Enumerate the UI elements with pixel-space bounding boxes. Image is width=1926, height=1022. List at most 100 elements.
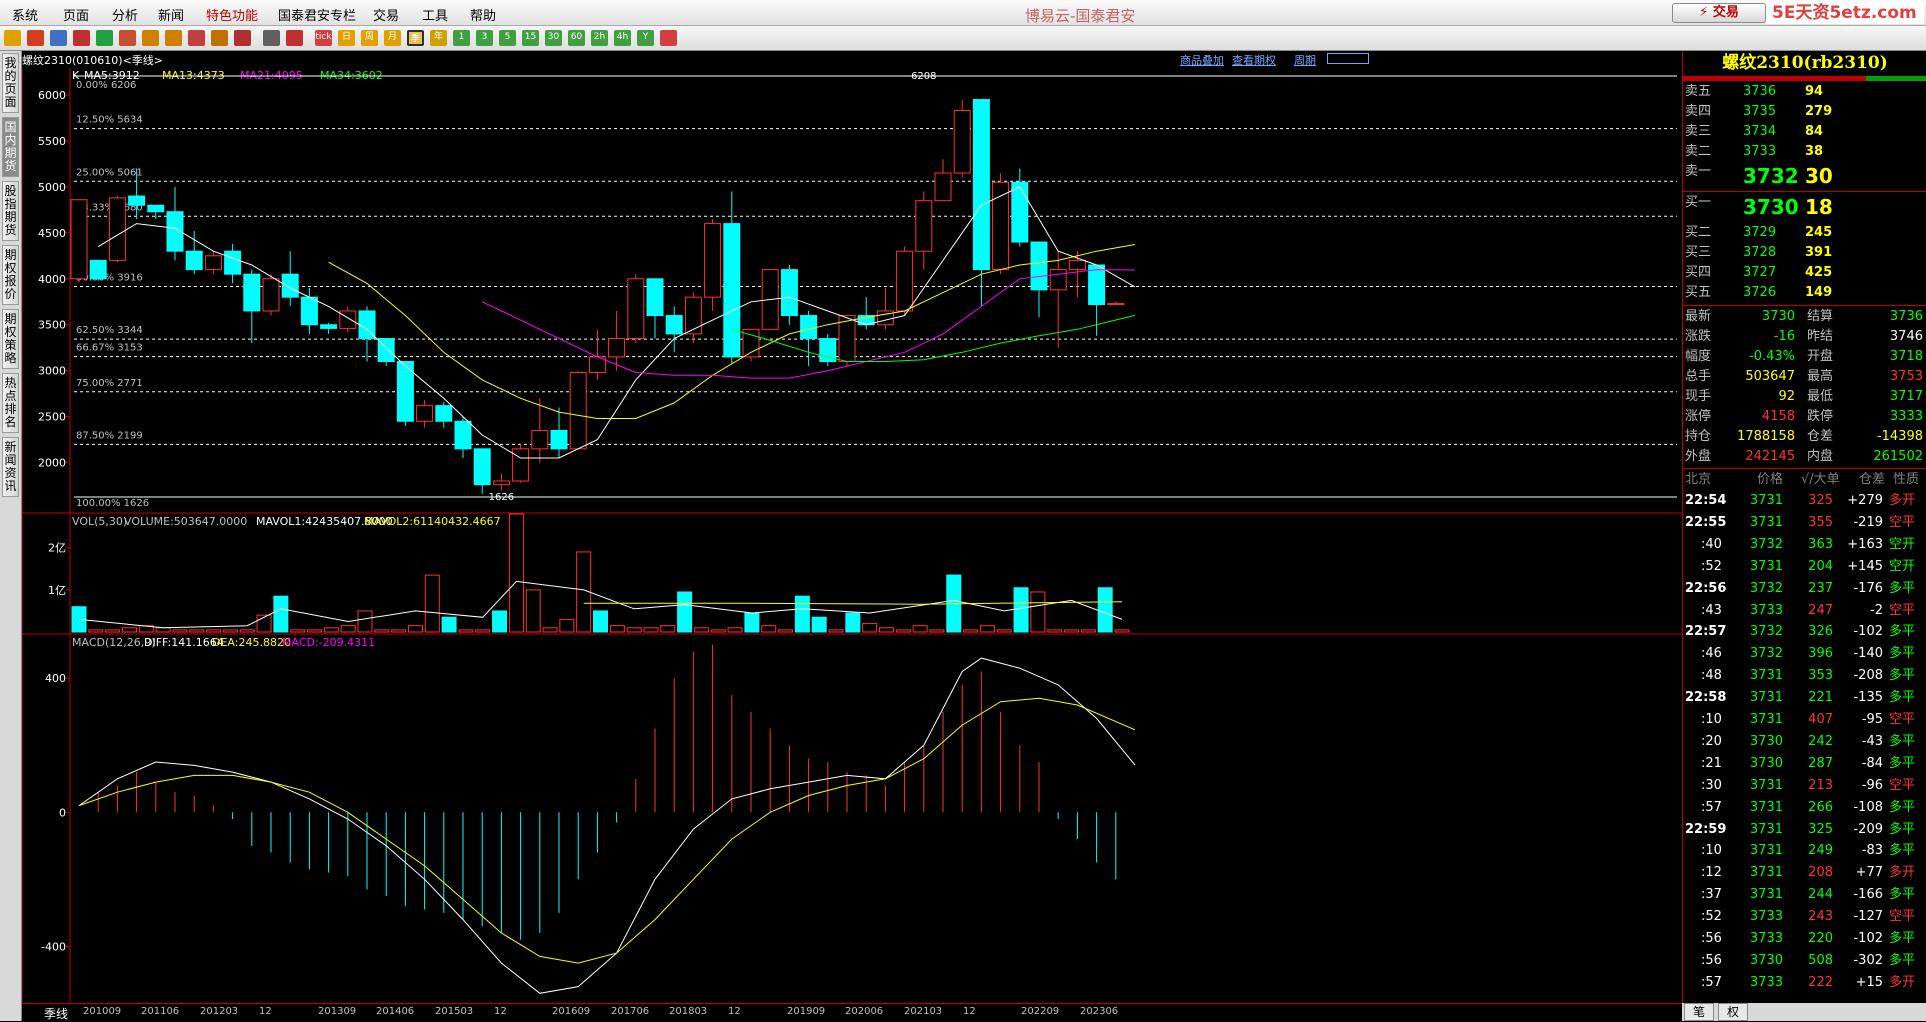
tick-price: 3731 bbox=[1749, 668, 1783, 684]
volume-bar bbox=[121, 627, 137, 633]
volume-bar bbox=[391, 629, 407, 633]
30min-icon[interactable]: 30 bbox=[545, 30, 562, 46]
bid-label: 买三 bbox=[1685, 245, 1712, 260]
zoom-out-icon[interactable] bbox=[165, 30, 182, 46]
bid-volume: 425 bbox=[1805, 265, 1833, 280]
bid1-label: 买一 bbox=[1685, 195, 1712, 210]
stat-label: 最高 bbox=[1807, 369, 1834, 384]
back-arrow-icon[interactable] bbox=[4, 30, 21, 46]
volume-bar bbox=[878, 627, 894, 633]
5min-icon[interactable]: 5 bbox=[499, 30, 516, 46]
tick-row: :52 3731 204 +145 空开 bbox=[1683, 557, 1926, 577]
divider bbox=[1683, 191, 1926, 192]
candle-body bbox=[1011, 181, 1029, 243]
ask-volume: 279 bbox=[1805, 104, 1833, 119]
bottom-tab-1[interactable]: 权 bbox=[1718, 1003, 1748, 1021]
1min-icon[interactable]: 1 bbox=[453, 30, 470, 46]
stat-value: 503647 bbox=[1745, 369, 1795, 384]
bid-row: 买三 3728 391 bbox=[1683, 243, 1926, 263]
paint-icon[interactable] bbox=[211, 30, 228, 46]
tick-price: 3730 bbox=[1749, 733, 1783, 749]
y-tick-label: 6000 bbox=[38, 89, 66, 102]
left-tab-0[interactable]: 我的页面 bbox=[2, 53, 19, 113]
15min-icon[interactable]: 15 bbox=[522, 30, 539, 46]
volume-bar bbox=[559, 618, 575, 633]
bottom-tab-0[interactable]: 笔 bbox=[1684, 1003, 1714, 1021]
candle-body bbox=[1049, 269, 1067, 291]
4h-icon[interactable]: 4h bbox=[614, 30, 631, 46]
tick-nature: 空开 bbox=[1889, 558, 1916, 574]
trade-button[interactable]: ⚡ 交易 bbox=[1672, 3, 1766, 23]
menu-item-6[interactable]: 交易 bbox=[373, 5, 399, 24]
home-icon[interactable] bbox=[27, 30, 44, 46]
left-tab-2[interactable]: 股指期货 bbox=[2, 181, 19, 241]
tick-price: 3732 bbox=[1749, 624, 1783, 640]
zoom-in-icon[interactable] bbox=[142, 30, 159, 46]
menu-item-4[interactable]: 特色功能 bbox=[206, 5, 258, 24]
left-tab-6[interactable]: 新闻资讯 bbox=[2, 437, 19, 497]
refresh-icon[interactable] bbox=[96, 30, 113, 46]
bid-row: 买五 3726 149 bbox=[1683, 283, 1926, 303]
menu-item-3[interactable]: 新闻 bbox=[158, 5, 184, 24]
list-icon[interactable] bbox=[263, 30, 280, 46]
window-icon[interactable] bbox=[119, 30, 136, 46]
x-tick-label: 12 bbox=[494, 1006, 507, 1017]
day-icon[interactable]: 日 bbox=[338, 30, 355, 46]
candle-body bbox=[684, 296, 702, 335]
ask-price: 3733 bbox=[1743, 144, 1777, 159]
menu-item-5[interactable]: 国泰君安专栏 bbox=[278, 5, 356, 24]
period-link[interactable]: 周期 bbox=[1294, 52, 1316, 68]
candle-body bbox=[953, 110, 971, 174]
2h-icon[interactable]: 2h bbox=[591, 30, 608, 46]
60min-icon[interactable]: 60 bbox=[568, 30, 585, 46]
macd-tick-label: -400 bbox=[41, 940, 66, 953]
year-icon[interactable]: 年 bbox=[430, 30, 447, 46]
volume-bar bbox=[273, 595, 289, 633]
left-tab-4[interactable]: 期权策略 bbox=[2, 309, 19, 369]
left-tab-3[interactable]: 期权报价 bbox=[2, 245, 19, 305]
tick-volume: 213 bbox=[1808, 777, 1833, 793]
tick-volume: 247 bbox=[1808, 602, 1833, 618]
candle-body bbox=[972, 99, 990, 271]
ask-row: 卖三 3734 84 bbox=[1683, 122, 1926, 142]
menu-item-8[interactable]: 帮助 bbox=[470, 5, 496, 24]
filter-icon[interactable] bbox=[234, 30, 251, 46]
volume-bar bbox=[996, 629, 1012, 633]
realtime-icon[interactable] bbox=[50, 30, 67, 46]
tick-icon[interactable]: tick bbox=[315, 30, 332, 46]
volume-bar bbox=[643, 627, 659, 633]
kline-icon[interactable] bbox=[73, 30, 90, 46]
chart-icon[interactable] bbox=[286, 30, 303, 46]
menu-item-1[interactable]: 页面 bbox=[63, 5, 89, 24]
volume-bar bbox=[189, 629, 205, 633]
pen-icon[interactable] bbox=[188, 30, 205, 46]
y-tick-label: 4000 bbox=[38, 273, 66, 286]
overlay-commodity-link[interactable]: 商品叠加 bbox=[1180, 52, 1224, 68]
left-tab-1[interactable]: 国内期货 bbox=[2, 117, 19, 177]
tick-time: :52 bbox=[1701, 558, 1722, 574]
tick-nature: 多平 bbox=[1889, 799, 1916, 815]
candle-body bbox=[108, 197, 126, 261]
view-options-link[interactable]: 查看期权 bbox=[1232, 52, 1276, 68]
menu-item-2[interactable]: 分析 bbox=[112, 5, 138, 24]
tick-volume: 326 bbox=[1808, 624, 1833, 640]
week-icon[interactable]: 周 bbox=[361, 30, 378, 46]
tick-nature: 多平 bbox=[1889, 733, 1916, 749]
kline-chart[interactable]: KMA5:3912MA13:4373MA21:4095MA34:36026000… bbox=[22, 68, 1682, 1003]
window-controls-icon[interactable] bbox=[1327, 53, 1369, 64]
season-icon[interactable]: 季 bbox=[407, 30, 424, 46]
left-tab-5[interactable]: 热点排名 bbox=[2, 373, 19, 433]
volume-bar bbox=[155, 627, 171, 633]
month-icon[interactable]: 月 bbox=[384, 30, 401, 46]
tick-row: :52 3733 243 -127 空平 bbox=[1683, 907, 1926, 927]
tick-time: 22:58 bbox=[1685, 690, 1727, 706]
custom-period-icon[interactable]: Y bbox=[637, 30, 654, 46]
menu-item-7[interactable]: 工具 bbox=[422, 5, 448, 24]
tick-time: :52 bbox=[1701, 909, 1722, 925]
calendar-icon[interactable] bbox=[660, 30, 677, 46]
tick-price: 3731 bbox=[1749, 712, 1783, 727]
stat-value: 3717 bbox=[1889, 389, 1923, 404]
x-tick-label: 202306 bbox=[1080, 1006, 1119, 1017]
3min-icon[interactable]: 3 bbox=[476, 30, 493, 46]
menu-item-0[interactable]: 系统 bbox=[12, 5, 38, 24]
